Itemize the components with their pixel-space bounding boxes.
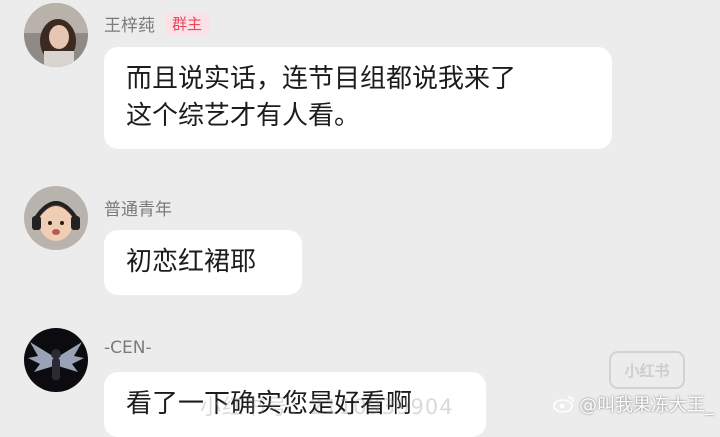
- weibo-logo-icon: [553, 396, 574, 413]
- message-bubble[interactable]: 初恋红裙耶: [104, 230, 302, 295]
- sender-name[interactable]: -CEN-: [104, 338, 152, 358]
- woman-photo-avatar-icon: [24, 3, 88, 67]
- weibo-handle: @叫我果冻大王_: [579, 395, 714, 416]
- group-owner-badge: 群主: [165, 12, 210, 35]
- weibo-watermark: @叫我果冻大王_: [553, 391, 714, 417]
- child-headphones-avatar-icon: [24, 186, 88, 250]
- message-bubble[interactable]: 而且说实话，连节目组都说我来了 这个综艺才有人看。: [104, 47, 612, 149]
- xiaohongshu-watermark-logo: 小红书: [609, 351, 685, 389]
- sender-avatar[interactable]: [24, 3, 88, 67]
- sender-avatar[interactable]: [24, 186, 88, 250]
- sender-name[interactable]: 普通青年: [104, 195, 172, 220]
- sender-avatar[interactable]: [24, 328, 88, 392]
- xiaohongshu-id-watermark: 小红书号：2110939904: [200, 395, 454, 419]
- sender-name[interactable]: 王梓莼: [104, 11, 155, 36]
- winged-figure-avatar-icon: [24, 328, 88, 392]
